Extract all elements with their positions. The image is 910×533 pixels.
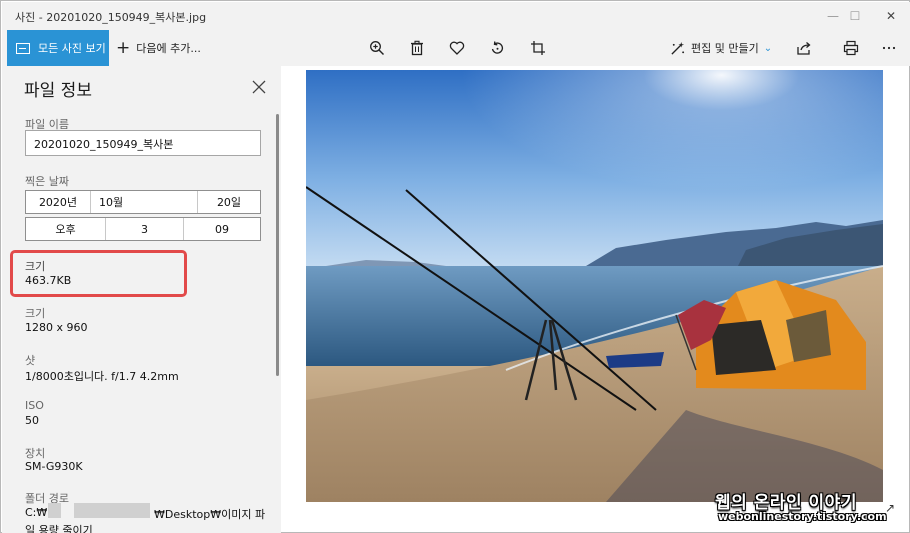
print-icon[interactable]: [842, 39, 860, 57]
minute-selector[interactable]: 09: [183, 218, 260, 240]
device-label: 장치: [25, 447, 46, 460]
add-to-button[interactable]: + 다음에 추가...: [116, 30, 201, 66]
device-value: SM-G930K: [25, 460, 83, 473]
iso-label: ISO: [25, 399, 44, 412]
year-selector[interactable]: 2020년: [26, 191, 90, 213]
title-bar: 사진 - 20201020_150949_복사본.jpg — ☐ ✕: [2, 2, 910, 30]
folder-path-line2[interactable]: 일 용량 줄이기: [25, 522, 93, 533]
app-window: 사진 - 20201020_150949_복사본.jpg — ☐ ✕ 모든 사진…: [0, 0, 910, 533]
photos-icon: [16, 42, 30, 54]
file-info-panel: 파일 정보 파일 이름 20201020_150949_복사본 찍은 날짜 20…: [2, 66, 281, 533]
shot-value: 1/8000초입니다. f/1.7 4.2mm: [25, 370, 179, 383]
favorite-heart-icon[interactable]: [448, 39, 466, 57]
chevron-down-icon: ⌄: [763, 42, 773, 54]
expand-icon[interactable]: ↗: [885, 501, 895, 515]
date-taken-label: 찍은 날짜: [25, 175, 69, 188]
folder-path-start[interactable]: C:₩: [25, 506, 47, 519]
toolbar: 모든 사진 보기 + 다음에 추가... 편집 및 만들기 ⌄: [2, 30, 910, 66]
share-icon[interactable]: [795, 39, 813, 57]
folder-path-label: 폴더 경로: [25, 492, 69, 505]
delete-icon[interactable]: [408, 39, 426, 57]
dimensions-label: 크기: [25, 307, 46, 320]
zoom-icon[interactable]: [368, 39, 386, 57]
edit-create-button[interactable]: 편집 및 만들기 ⌄: [670, 30, 772, 66]
month-selector[interactable]: 10월: [90, 191, 197, 213]
day-selector[interactable]: 20일: [197, 191, 260, 213]
file-size-value: 463.7KB: [25, 274, 72, 287]
close-window-button[interactable]: ✕: [876, 6, 906, 26]
shot-label: 샷: [25, 354, 36, 367]
edit-create-label: 편집 및 만들기: [691, 42, 759, 55]
hour-selector[interactable]: 3: [105, 218, 183, 240]
plus-icon: +: [116, 37, 131, 58]
panel-scrollbar[interactable]: [276, 114, 279, 376]
file-size-label: 크기: [25, 260, 46, 273]
watermark-url: webonlinestory.tistory.com: [718, 510, 887, 523]
maximize-button[interactable]: ☐: [840, 6, 870, 26]
see-all-photos-button[interactable]: 모든 사진 보기: [7, 30, 109, 66]
time-picker: 오후 3 09: [25, 217, 261, 241]
panel-title: 파일 정보: [24, 81, 92, 101]
see-all-photos-label: 모든 사진 보기: [38, 42, 106, 55]
redacted-path-block: [74, 503, 150, 518]
window-title: 사진 - 20201020_150949_복사본.jpg: [15, 11, 207, 24]
iso-value: 50: [25, 414, 39, 427]
redacted-path-block: [48, 503, 61, 518]
rotate-icon[interactable]: [488, 39, 506, 57]
add-to-label: 다음에 추가...: [136, 42, 201, 55]
close-panel-icon[interactable]: [250, 78, 268, 96]
dimensions-value: 1280 x 960: [25, 321, 88, 334]
date-picker: 2020년 10월 20일: [25, 190, 261, 214]
ampm-selector[interactable]: 오후: [26, 218, 105, 240]
watermark: 웹의 온라인 이야기 webonlinestory.tistory.com: [715, 488, 887, 532]
file-name-field[interactable]: 20201020_150949_복사본: [25, 130, 261, 156]
more-icon[interactable]: [880, 39, 898, 57]
edit-create-icon: [670, 41, 685, 56]
crop-icon[interactable]: [529, 39, 547, 57]
beach-photo: [306, 70, 883, 502]
folder-path-end[interactable]: ₩Desktop₩이미지 파: [154, 506, 265, 522]
